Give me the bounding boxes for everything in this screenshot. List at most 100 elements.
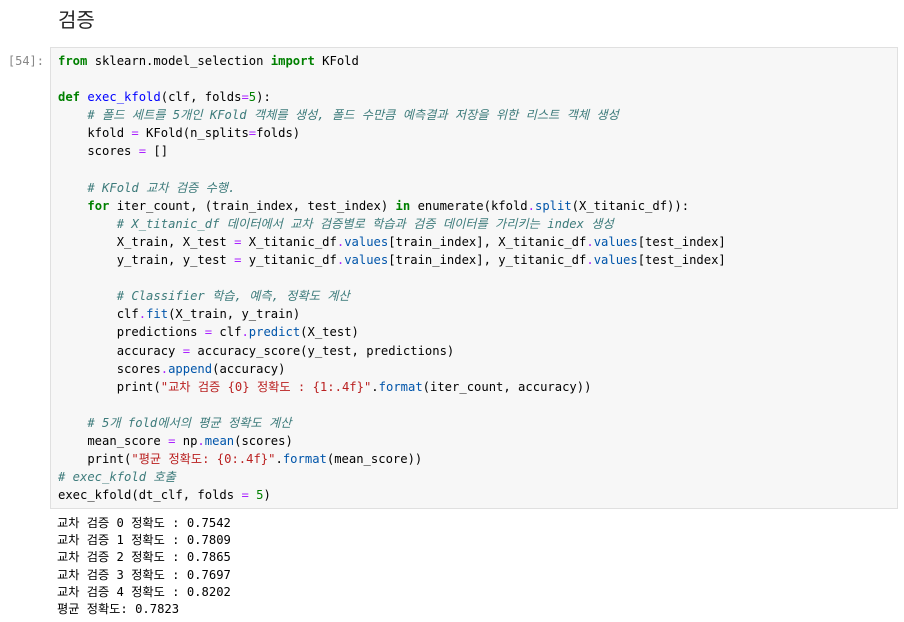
code-token: . [371,379,379,394]
code-token: = [182,343,191,358]
cell-output: 교차 검증 0 정확도 : 0.7542 교차 검증 1 정확도 : 0.7809… [57,515,231,618]
code-token: print( [58,379,161,394]
code-line: for iter_count, (train_index, test_index… [58,197,726,215]
code-token: format [282,452,327,467]
code-line: def exec_kfold(clf, folds=5): [58,88,726,106]
code-token: print( [58,452,132,467]
code-input-area[interactable]: from sklearn.model_selection import KFol… [50,47,898,509]
code-token: (iter_count, accuracy)) [422,379,592,394]
code-token: [train_index], X_titanic_df [388,234,587,249]
cell-prompt: [54]: [7,54,44,68]
code-token: in [395,198,411,213]
code-token: # 폴드 세트를 5개인 KFold 객체를 생성, 폴드 수만큼 예측결과 저… [87,108,619,123]
code-token: # KFold 교차 검증 수행. [87,180,236,195]
code-line: clf.fit(X_train, y_train) [58,305,726,323]
code-token: kfold [58,126,132,141]
code-line: # 5개 fold에서의 평균 정확도 계산 [58,414,726,432]
code-token: clf [58,307,139,322]
markdown-heading: 검증 [58,8,95,32]
code-token: iter_count, (train_index, test_index) [109,198,396,213]
code-token: # 5개 fold에서의 평균 정확도 계산 [87,415,292,430]
code-token: accuracy [58,343,183,358]
code-line: scores = [] [58,142,726,160]
code-token: sklearn.model_selection [87,54,271,68]
code-token: values [593,253,638,268]
code-line: accuracy = accuracy_score(y_test, predic… [58,342,726,360]
code-token: predict [248,325,301,340]
code-token: y_train, y_test [58,253,235,268]
code-token: folds) [256,126,301,141]
code-token: KFold [314,54,359,68]
code-line: # KFold 교차 검증 수행. [58,179,726,197]
code-token: . [527,198,535,213]
code-token: [train_index], y_titanic_df [388,253,587,268]
code-token: np [175,433,198,448]
code-line: predictions = clf.predict(X_test) [58,323,726,341]
code-token: = [241,488,249,503]
code-token: (X_titanic_df)): [571,198,690,213]
code-token: values [593,234,638,249]
code-token: = [131,126,139,141]
code-token: (accuracy) [212,361,286,376]
code-token: split [534,198,572,213]
code-token: X_titanic_df [241,234,337,249]
code-token: . [160,361,169,376]
output-line: 교차 검증 0 정확도 : 0.7542 [57,516,231,530]
code-token: = [204,325,213,340]
code-token: append [168,361,213,376]
code-token: (scores) [234,433,293,448]
code-token: enumerate(kfold [410,198,528,213]
code-token: [test_index] [637,234,726,249]
code-token: from [58,54,88,68]
code-token: [test_index] [637,253,726,268]
code-token: ): [256,90,271,105]
code-line: y_train, y_test = y_titanic_df.values[tr… [58,251,726,269]
output-line: 교차 검증 3 정확도 : 0.7697 [57,567,231,582]
code-token: y_titanic_df [241,253,337,268]
code-line: print("평균 정확도: {0:.4f}".format(mean_scor… [58,450,726,468]
code-line: # X_titanic_df 데이터에서 교차 검증별로 학습과 검증 데이터를… [58,215,726,233]
code-token: # X_titanic_df 데이터에서 교차 검증별로 학습과 검증 데이터를… [116,216,614,231]
code-token: # Classifier 학습, 예측, 정확도 계산 [116,289,350,304]
code-token: X_train, X_test [58,234,235,249]
code-token: . [586,234,594,249]
code-token: = [138,144,147,159]
code-token: (clf, folds [160,90,242,105]
code-token: mean_score [58,433,169,448]
code-token: ) [263,488,271,503]
code-line: X_train, X_test = X_titanic_df.values[tr… [58,233,726,251]
code-token: import [270,54,315,68]
code-editor[interactable]: from sklearn.model_selection import KFol… [58,52,726,504]
code-token: . [241,325,249,340]
code-line: exec_kfold(dt_clf, folds = 5) [58,486,726,504]
code-token: KFold(n_splits [138,126,249,141]
code-token: scores [58,361,161,376]
code-token: values [344,253,389,268]
code-line: # 폴드 세트를 5개인 KFold 객체를 생성, 폴드 수만큼 예측결과 저… [58,106,726,124]
code-token: mean [204,433,235,448]
output-line: 교차 검증 2 정확도 : 0.7865 [57,550,231,565]
code-token: "평균 정확도: {0:.4f}" [131,452,276,467]
code-token: def [58,90,81,105]
code-token: (X_train, y_train) [168,307,301,322]
code-token: (mean_score)) [326,452,423,467]
code-token: format [378,379,423,394]
output-line: 교차 검증 4 정확도 : 0.8202 [57,584,231,599]
code-token: (X_test) [300,325,359,340]
code-token: fit [146,307,169,322]
output-line: 평균 정확도: 0.7823 [57,602,180,617]
code-token: exec_kfold [87,90,161,105]
code-token: . [138,307,147,322]
code-token: . [275,452,283,467]
code-token: exec_kfold(dt_clf, folds [58,488,242,503]
code-token: "교차 검증 {0} 정확도 : {1:.4f}" [160,379,372,394]
code-line: from sklearn.model_selection import KFol… [58,52,726,70]
code-token: . [197,433,205,448]
